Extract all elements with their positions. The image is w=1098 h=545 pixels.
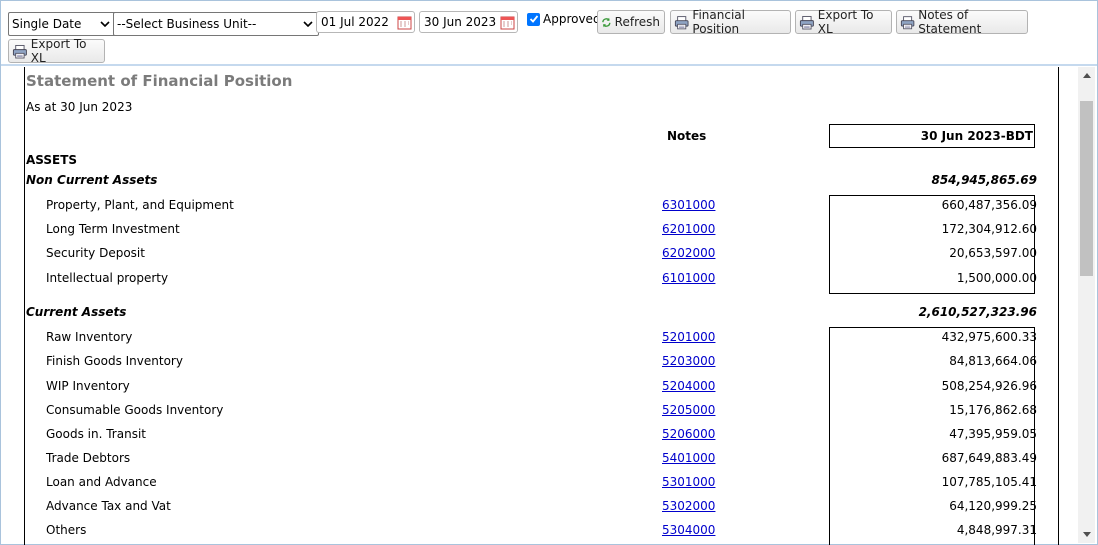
row-amount: 4,848,997.31 <box>956 523 1037 537</box>
financial-position-label: Financial Position <box>692 8 745 36</box>
row-amount: 64,120,999.25 <box>949 499 1037 513</box>
row-label: Advance Tax and Vat <box>46 499 171 513</box>
row-label: Goods in. Transit <box>46 427 146 441</box>
group-non-current-total: 854,945,865.69 <box>931 173 1037 187</box>
note-link[interactable]: 6202000 <box>662 246 715 260</box>
chevron-down-icon <box>100 21 110 27</box>
checkbox-checked-icon[interactable] <box>527 12 540 26</box>
toolbar-divider <box>1 64 1097 66</box>
row-amount: 107,785,105.41 <box>941 475 1037 489</box>
group-current-total: 2,610,527,323.96 <box>918 305 1037 319</box>
business-unit-select[interactable]: --Select Business Unit-- <box>113 12 319 36</box>
export-xl-label-2: Export To XL <box>30 37 87 65</box>
scrollbar-thumb[interactable] <box>1080 101 1093 276</box>
note-link[interactable]: 5301000 <box>662 475 715 489</box>
date-from-value: 01 Jul 2022 <box>321 15 389 29</box>
note-link[interactable]: 6201000 <box>662 222 715 236</box>
toolbar: Single Date --Select Business Unit-- 01 … <box>1 1 1097 65</box>
date-to-field[interactable]: 30 Jun 2023 <box>419 11 518 33</box>
row-label: Trade Debtors <box>46 451 131 465</box>
note-link[interactable]: 5205000 <box>662 403 715 417</box>
report-mode-value: Single Date <box>12 17 82 31</box>
date-to-value: 30 Jun 2023 <box>424 15 497 29</box>
export-xl-button[interactable]: Export To XL <box>795 8 892 36</box>
row-amount: 172,304,912.60 <box>941 222 1037 236</box>
row-label: Raw Inventory <box>46 330 133 344</box>
refresh-icon <box>602 17 611 27</box>
row-label: Security Deposit <box>46 246 145 260</box>
calendar-icon[interactable] <box>397 15 412 30</box>
row-label: Consumable Goods Inventory <box>46 403 224 417</box>
row-amount: 687,649,883.49 <box>941 451 1037 465</box>
note-link[interactable]: 5201000 <box>662 330 715 344</box>
notes-of-statement-label: Notes of Statement <box>918 8 982 36</box>
row-amount: 508,254,926.96 <box>941 379 1037 393</box>
row-amount: 432,975,600.33 <box>941 330 1037 344</box>
report-mode-select[interactable]: Single Date <box>8 12 116 36</box>
business-unit-value: --Select Business Unit-- <box>117 17 257 31</box>
scroll-down-arrow-icon[interactable] <box>1078 526 1095 543</box>
note-link[interactable]: 6101000 <box>662 271 715 285</box>
note-link[interactable]: 5206000 <box>662 427 715 441</box>
printer-icon <box>799 15 814 29</box>
row-amount: 84,813,664.06 <box>949 354 1037 368</box>
export-xl-label: Export To XL <box>817 8 874 36</box>
period-label: 30 Jun 2023-BDT <box>920 129 1033 143</box>
report-title: Statement of Financial Position <box>26 72 293 90</box>
row-amount: 47,395,959.05 <box>949 427 1037 441</box>
notes-of-statement-button[interactable]: Notes of Statement <box>896 8 1028 36</box>
row-label: Finish Goods Inventory <box>46 354 183 368</box>
refresh-label: Refresh <box>614 15 660 29</box>
printer-icon <box>12 44 27 58</box>
note-link[interactable]: 5401000 <box>662 451 715 465</box>
row-label: Intellectual property <box>46 271 169 285</box>
group-non-current-label: Non Current Assets <box>26 173 158 187</box>
row-label: WIP Inventory <box>46 379 130 393</box>
note-link[interactable]: 6301000 <box>662 198 715 212</box>
row-label: Others <box>46 523 87 537</box>
printer-icon <box>674 15 689 29</box>
section-assets: ASSETS <box>26 153 78 167</box>
refresh-button[interactable]: Refresh <box>597 10 665 34</box>
note-link[interactable]: 5304000 <box>662 523 715 537</box>
row-amount: 15,176,862.68 <box>949 403 1037 417</box>
notes-column-header: Notes <box>667 129 707 143</box>
financial-position-button[interactable]: Financial Position <box>670 8 791 36</box>
approved-checkbox[interactable]: Approved <box>527 12 601 26</box>
scroll-up-arrow-icon[interactable] <box>1078 67 1095 84</box>
row-amount: 1,500,000.00 <box>956 271 1037 285</box>
note-link[interactable]: 5302000 <box>662 499 715 513</box>
row-amount: 660,487,356.09 <box>941 198 1037 212</box>
note-link[interactable]: 5204000 <box>662 379 715 393</box>
vertical-scrollbar[interactable] <box>1078 67 1095 543</box>
report-panel: Statement of Financial Position As at 30… <box>24 67 1059 545</box>
date-from-field[interactable]: 01 Jul 2022 <box>316 11 415 33</box>
note-link[interactable]: 5203000 <box>662 354 715 368</box>
chevron-down-icon <box>303 21 313 27</box>
printer-icon <box>900 15 915 29</box>
approved-label: Approved <box>543 12 601 26</box>
row-label: Long Term Investment <box>46 222 180 236</box>
export-xl-button-2[interactable]: Export To XL <box>8 37 105 65</box>
calendar-icon[interactable] <box>500 15 515 30</box>
row-label: Property, Plant, and Equipment <box>46 198 234 212</box>
report-date: As at 30 Jun 2023 <box>26 100 133 114</box>
period-column-header: 30 Jun 2023-BDT <box>829 124 1035 148</box>
row-label: Loan and Advance <box>46 475 157 489</box>
group-current-label: Current Assets <box>26 305 127 319</box>
row-amount: 20,653,597.00 <box>949 246 1037 260</box>
